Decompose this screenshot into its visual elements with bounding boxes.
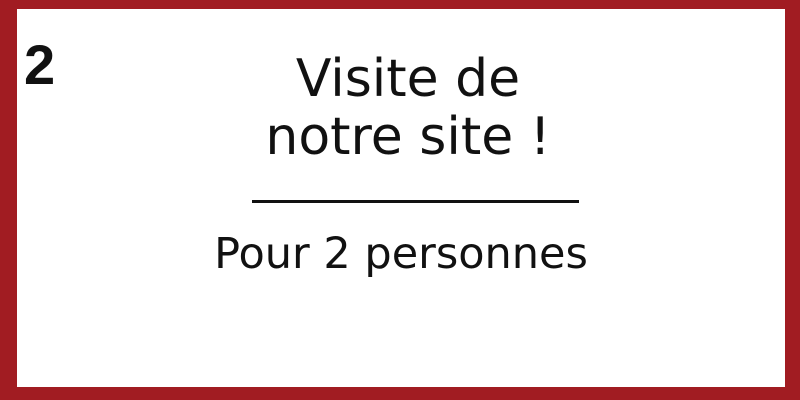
voucher-card: 2 Visite de notre site ! Pour 2 personne… (0, 0, 800, 400)
title-divider (252, 200, 579, 203)
title-line-2: notre site ! (265, 107, 551, 167)
title-line-1: Visite de (295, 49, 521, 109)
card-title: Visite de notre site ! (17, 50, 785, 166)
card-subtitle: Pour 2 personnes (214, 229, 588, 279)
